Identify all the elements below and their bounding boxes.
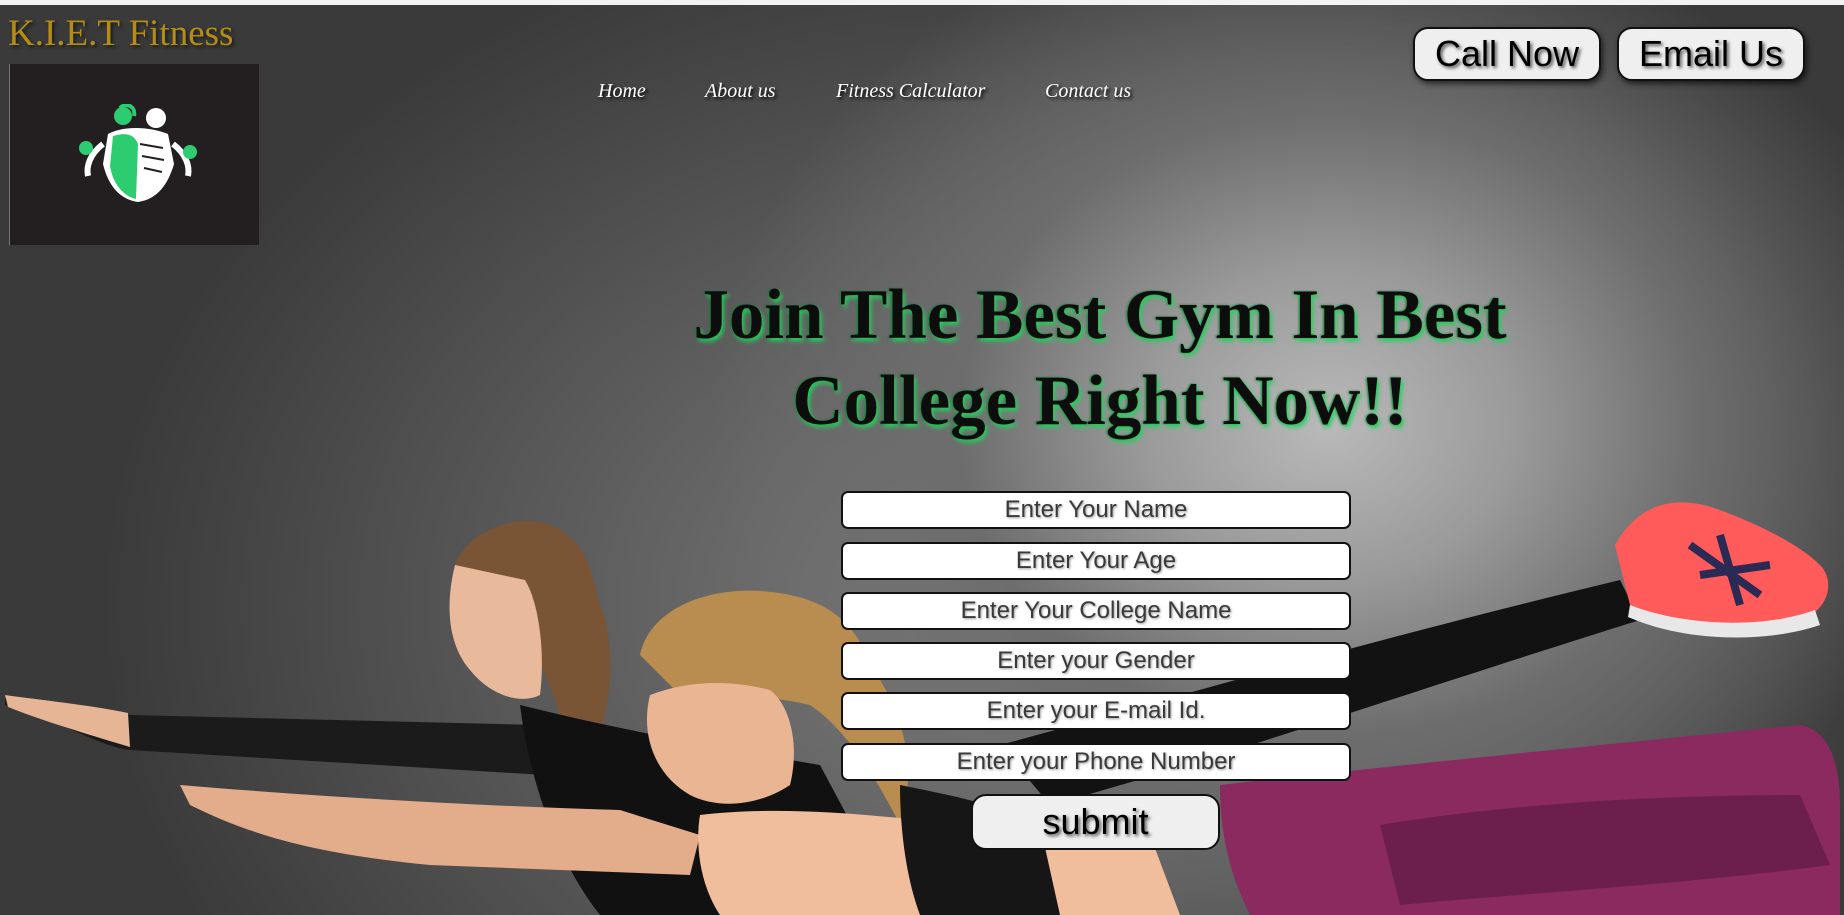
- name-input[interactable]: [841, 491, 1351, 529]
- fitness-couple-icon: [79, 104, 197, 202]
- headline-line-2: College Right Now!!: [792, 362, 1408, 440]
- gender-input[interactable]: [841, 642, 1351, 680]
- nav-contact-us[interactable]: Contact us: [1045, 80, 1131, 103]
- page: K.I.E.T Fitness Home About us Fitness Ca…: [0, 0, 1844, 915]
- email-us-button[interactable]: Email Us: [1617, 27, 1805, 81]
- brand-title[interactable]: K.I.E.T Fitness: [8, 12, 233, 55]
- phone-number-input[interactable]: [841, 743, 1351, 781]
- submit-button[interactable]: submit: [971, 794, 1220, 850]
- email-input[interactable]: [841, 692, 1351, 730]
- nav-about-us[interactable]: About us: [705, 80, 776, 103]
- back-woman-hand: [5, 695, 130, 747]
- hero-headline: Join The Best Gym In Best College Right …: [600, 272, 1600, 444]
- age-input[interactable]: [841, 542, 1351, 580]
- college-name-input[interactable]: [841, 592, 1351, 630]
- call-now-button[interactable]: Call Now: [1413, 27, 1601, 81]
- nav-fitness-calculator[interactable]: Fitness Calculator: [836, 80, 985, 103]
- headline-line-1: Join The Best Gym In Best: [693, 276, 1507, 354]
- nav-home[interactable]: Home: [598, 80, 646, 103]
- logo[interactable]: [9, 64, 259, 245]
